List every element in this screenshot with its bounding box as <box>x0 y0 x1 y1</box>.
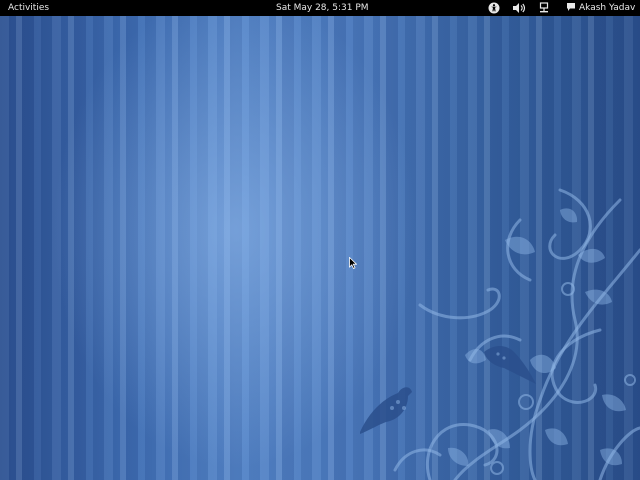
activities-button[interactable]: Activities <box>8 0 49 16</box>
accessibility-icon[interactable] <box>488 2 500 14</box>
user-name: Akash Yadav <box>579 3 636 13</box>
network-icon[interactable] <box>538 2 550 14</box>
screen: Activities Sat May 28, 5:31 PM Akash Yad… <box>0 0 640 480</box>
volume-icon[interactable] <box>512 2 526 14</box>
chat-icon <box>567 2 575 11</box>
user-menu-button[interactable]: Akash Yadav <box>566 0 635 16</box>
top-bar: Activities Sat May 28, 5:31 PM Akash Yad… <box>0 0 640 16</box>
mouse-cursor <box>349 257 357 269</box>
wallpaper-floral-art <box>360 188 640 480</box>
clock-button[interactable]: Sat May 28, 5:31 PM <box>276 0 369 16</box>
